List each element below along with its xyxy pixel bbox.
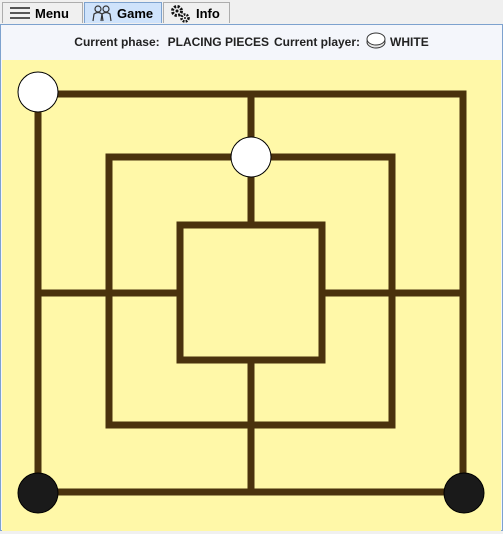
piece-black-outer-bottom-left[interactable] xyxy=(17,472,59,514)
gears-icon xyxy=(171,5,190,23)
hamburger-menu-icon xyxy=(10,7,30,19)
phase-value: PLACING PIECES xyxy=(167,34,269,49)
game-panel: Current phase: PLACING PIECES Current pl… xyxy=(0,24,503,531)
tab-menu[interactable]: Menu xyxy=(2,2,83,23)
game-board xyxy=(2,60,501,531)
white-stone-icon xyxy=(366,31,386,52)
tab-info-label: Info xyxy=(196,5,220,21)
board-svg xyxy=(2,60,501,531)
tab-menu-label: Menu xyxy=(35,5,69,21)
phase-label: Current phase: xyxy=(74,34,160,49)
piece-white-middle-top-center[interactable] xyxy=(230,136,272,178)
piece-black-outer-bottom-right[interactable] xyxy=(443,472,485,514)
players-icon xyxy=(92,4,112,21)
player-label: Current player: xyxy=(274,34,361,49)
tab-info[interactable]: Info xyxy=(163,2,230,23)
piece-white-outer-top-left[interactable] xyxy=(17,71,59,113)
player-value: WHITE xyxy=(390,34,429,49)
tab-game-label: Game xyxy=(117,5,154,21)
tab-bar: Menu Game Info xyxy=(0,0,503,25)
status-bar: Current phase: PLACING PIECES Current pl… xyxy=(1,25,502,58)
tab-game[interactable]: Game xyxy=(84,2,162,23)
